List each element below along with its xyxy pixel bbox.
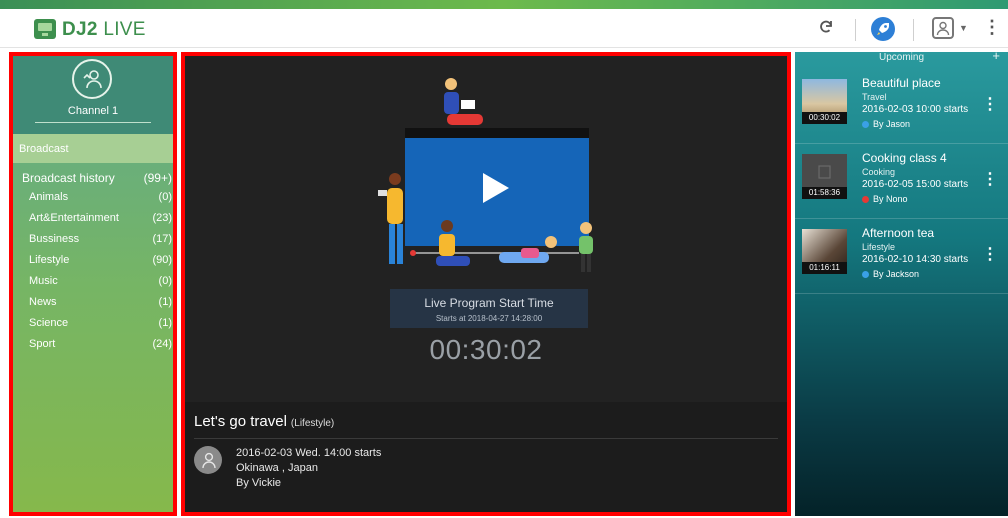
upcoming-author: By Jackson [873, 269, 920, 279]
upcoming-category: Lifestyle [862, 242, 896, 252]
upcoming-title-text: Beautiful place [862, 76, 941, 90]
author-icon [862, 121, 869, 128]
duration-label: 01:58:36 [802, 187, 847, 199]
toolbar-divider [913, 19, 914, 41]
more-icon[interactable]: ⋮ [982, 244, 998, 264]
more-icon[interactable]: ⋮ [982, 94, 998, 114]
upcoming-item[interactable]: 01:16:11 Afternoon tea Lifestyle 2016-02… [795, 220, 1008, 294]
top-accent-stripe [0, 0, 1008, 9]
rocket-icon[interactable] [871, 17, 895, 41]
app-title: DJ2 LIVE [62, 19, 146, 40]
upcoming-header: Upcoming + [795, 52, 1008, 64]
more-icon[interactable]: ⋮ [982, 169, 998, 189]
program-thumbnail: 00:30:02 [802, 79, 847, 124]
app-root: DJ2 LIVE ▼ ⋮ Channel 1 Broadcast Broadca… [0, 0, 1008, 518]
app-logo-icon [34, 19, 56, 39]
program-thumbnail: 01:16:11 [802, 229, 847, 274]
highlight-frame [181, 52, 791, 516]
user-icon[interactable] [932, 17, 954, 39]
add-icon[interactable]: + [992, 52, 1000, 62]
upcoming-time: 2016-02-03 10:00 starts [862, 104, 969, 115]
upcoming-title-text: Afternoon tea [862, 226, 935, 240]
upcoming-item[interactable]: 01:58:36 Cooking class 4 Cooking 2016-02… [795, 145, 1008, 219]
upcoming-panel: Upcoming + 00:30:02 Beautiful place Trav… [795, 52, 1008, 516]
upcoming-category: Cooking [862, 167, 896, 177]
duration-label: 00:30:02 [802, 112, 847, 124]
more-icon[interactable]: ⋮ [983, 17, 1001, 38]
upcoming-category: Travel [862, 92, 887, 102]
upcoming-time: 2016-02-05 15:00 starts [862, 179, 969, 190]
upcoming-author: By Nono [873, 194, 908, 204]
refresh-icon[interactable] [818, 19, 834, 40]
upcoming-time: 2016-02-10 14:30 starts [862, 254, 969, 265]
upcoming-author: By Jason [873, 119, 911, 129]
author-icon [862, 271, 869, 278]
program-thumbnail: 01:58:36 [802, 154, 847, 199]
duration-label: 01:16:11 [802, 262, 847, 274]
chevron-down-icon[interactable]: ▼ [959, 23, 968, 33]
author-icon [862, 196, 869, 203]
upcoming-title-text: Cooking class 4 [862, 151, 947, 165]
upcoming-item[interactable]: 00:30:02 Beautiful place Travel 2016-02-… [795, 70, 1008, 144]
top-bar: DJ2 LIVE ▼ ⋮ [0, 9, 1008, 48]
highlight-frame [9, 52, 177, 516]
toolbar-divider [855, 19, 856, 41]
upcoming-title: Upcoming [878, 52, 925, 63]
